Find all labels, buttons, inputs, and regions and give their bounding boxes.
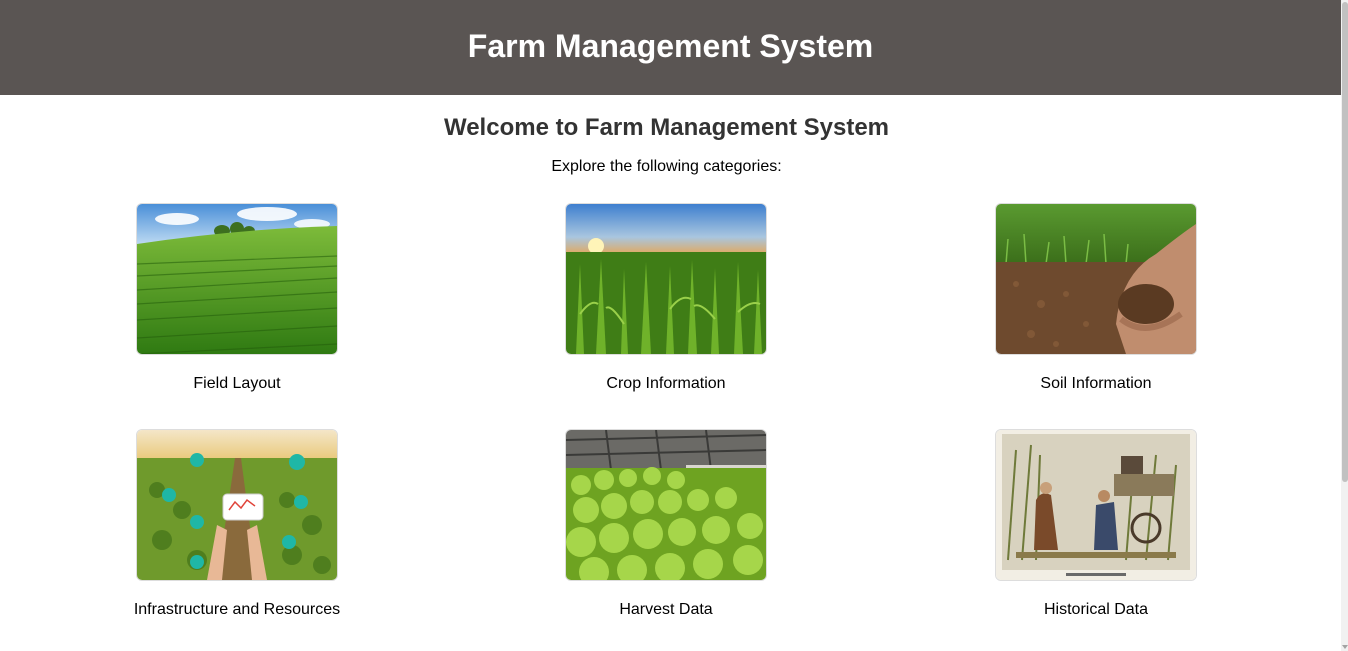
site-header: Farm Management System	[0, 0, 1341, 95]
category-card-crop-information[interactable]: Crop Information	[536, 203, 796, 393]
site-title: Farm Management System	[467, 28, 874, 64]
historical-image[interactable]	[995, 429, 1197, 581]
scroll-down-arrow-icon[interactable]	[1342, 645, 1348, 649]
category-card-infrastructure-and-resources[interactable]: Infrastructure and Resources	[107, 429, 367, 619]
soil-image[interactable]	[995, 203, 1197, 355]
crop-image[interactable]	[565, 203, 767, 355]
category-card-soil-information[interactable]: Soil Information	[966, 203, 1226, 393]
category-label[interactable]: Soil Information	[966, 375, 1226, 393]
category-label[interactable]: Crop Information	[536, 375, 796, 393]
page: Farm Management System Welcome to Farm M…	[0, 0, 1348, 651]
category-card-historical-data[interactable]: Historical Data	[966, 429, 1226, 619]
harvest-image[interactable]	[565, 429, 767, 581]
category-label[interactable]: Harvest Data	[536, 601, 796, 619]
category-card-harvest-data[interactable]: Harvest Data	[536, 429, 796, 619]
category-label[interactable]: Infrastructure and Resources	[107, 601, 367, 619]
vertical-scrollbar[interactable]	[1341, 0, 1348, 651]
category-label[interactable]: Historical Data	[966, 601, 1226, 619]
category-card-field-layout[interactable]: Field Layout	[107, 203, 367, 393]
category-label[interactable]: Field Layout	[107, 375, 367, 393]
infrastructure-image[interactable]	[136, 429, 338, 581]
scrollbar-thumb[interactable]	[1342, 2, 1348, 482]
field-image[interactable]	[136, 203, 338, 355]
categories-intro: Explore the following categories:	[551, 158, 782, 175]
welcome-heading: Welcome to Farm Management System	[443, 114, 890, 141]
